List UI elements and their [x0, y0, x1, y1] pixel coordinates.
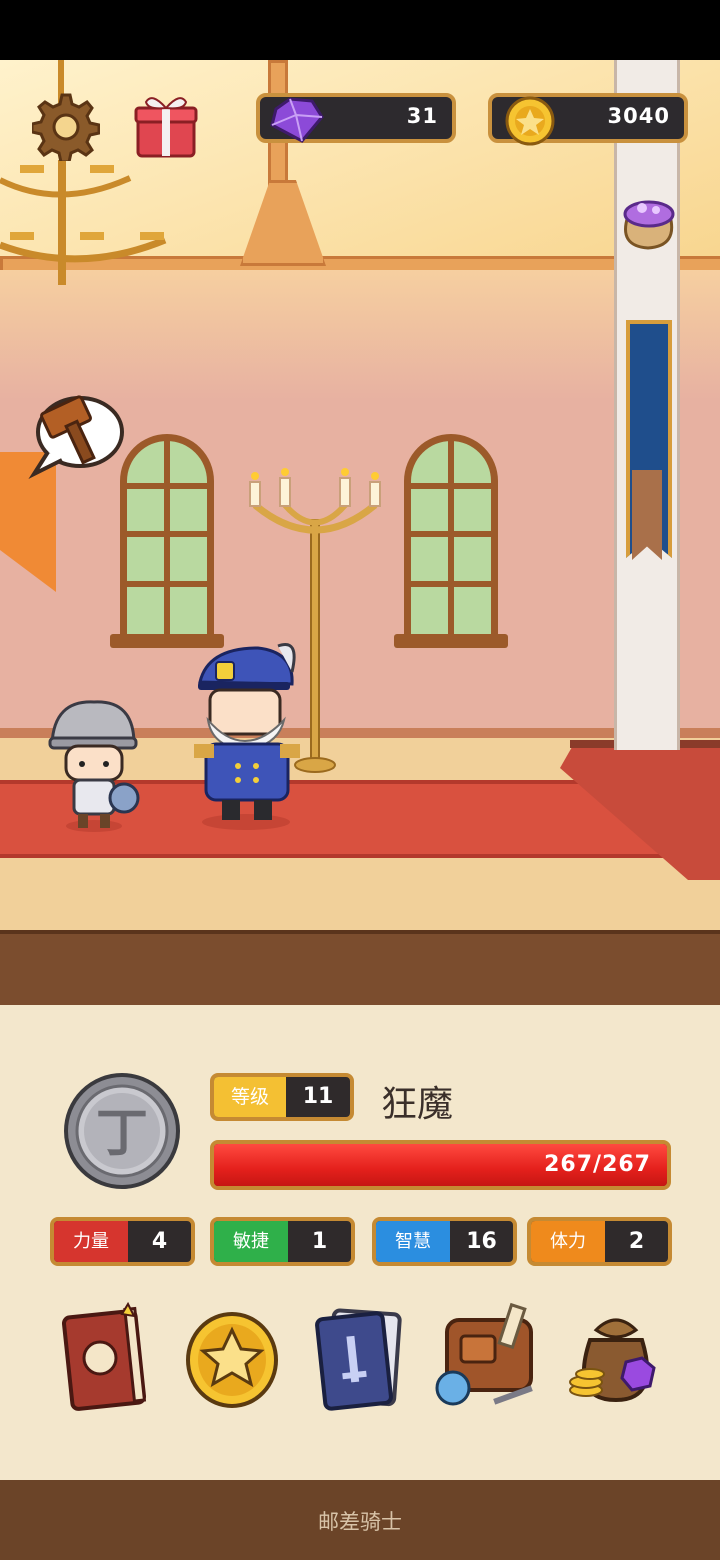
game-title: 邮差骑士 — [318, 1510, 402, 1534]
treasure-bag-icon[interactable] — [560, 1300, 670, 1415]
stat-label: 智慧 — [376, 1221, 450, 1262]
gold-counter[interactable]: 3040 — [488, 93, 688, 146]
blue-banner-tail — [632, 470, 662, 560]
throne-hall-scene: 31 3040 — [0, 60, 720, 940]
stat-value: 16 — [466, 1229, 497, 1254]
character-emblem[interactable]: 丁 — [62, 1071, 182, 1191]
backpack-icon[interactable] — [433, 1300, 543, 1415]
star-coin-icon[interactable] — [177, 1300, 287, 1415]
stat-label: 体力 — [531, 1221, 605, 1262]
level-label: 等级 — [214, 1077, 286, 1117]
hp-bar: 267/267 — [210, 1140, 671, 1190]
stat-value: 2 — [628, 1229, 645, 1254]
journal-book-icon[interactable] — [50, 1300, 160, 1415]
coin-icon — [505, 96, 555, 146]
level-value: 11 — [302, 1084, 334, 1109]
arched-window-right — [404, 434, 498, 644]
hero-knight[interactable] — [44, 698, 144, 834]
stat-wisdom[interactable]: 智慧 16 — [372, 1217, 517, 1266]
stat-agility[interactable]: 敏捷 1 — [210, 1217, 355, 1266]
gift-box-icon[interactable] — [134, 92, 198, 158]
stat-value: 1 — [311, 1229, 328, 1254]
arched-window-left — [120, 434, 214, 644]
gem-bag-icon[interactable] — [618, 186, 680, 252]
stat-label: 力量 — [54, 1221, 128, 1262]
stat-label: 敏捷 — [214, 1221, 288, 1262]
gear-icon[interactable] — [32, 93, 100, 161]
gold-count: 3040 — [607, 104, 670, 128]
status-bar — [0, 0, 720, 60]
character-name: 狂魔 — [381, 1084, 454, 1125]
level-badge: 等级 11 — [210, 1073, 354, 1121]
captain-npc[interactable] — [188, 638, 318, 830]
gem-count: 31 — [406, 104, 438, 128]
speech-bubble[interactable] — [26, 390, 126, 480]
gem-icon — [270, 97, 324, 143]
stat-strength[interactable]: 力量 4 — [50, 1217, 195, 1266]
hp-text: 267/267 — [544, 1152, 651, 1177]
stat-stamina[interactable]: 体力 2 — [527, 1217, 672, 1266]
cards-icon[interactable] — [305, 1300, 415, 1415]
stat-value: 4 — [151, 1229, 168, 1254]
emblem-letter: 丁 — [96, 1104, 148, 1164]
gem-counter[interactable]: 31 — [256, 93, 456, 143]
window-sill-right — [394, 634, 508, 648]
